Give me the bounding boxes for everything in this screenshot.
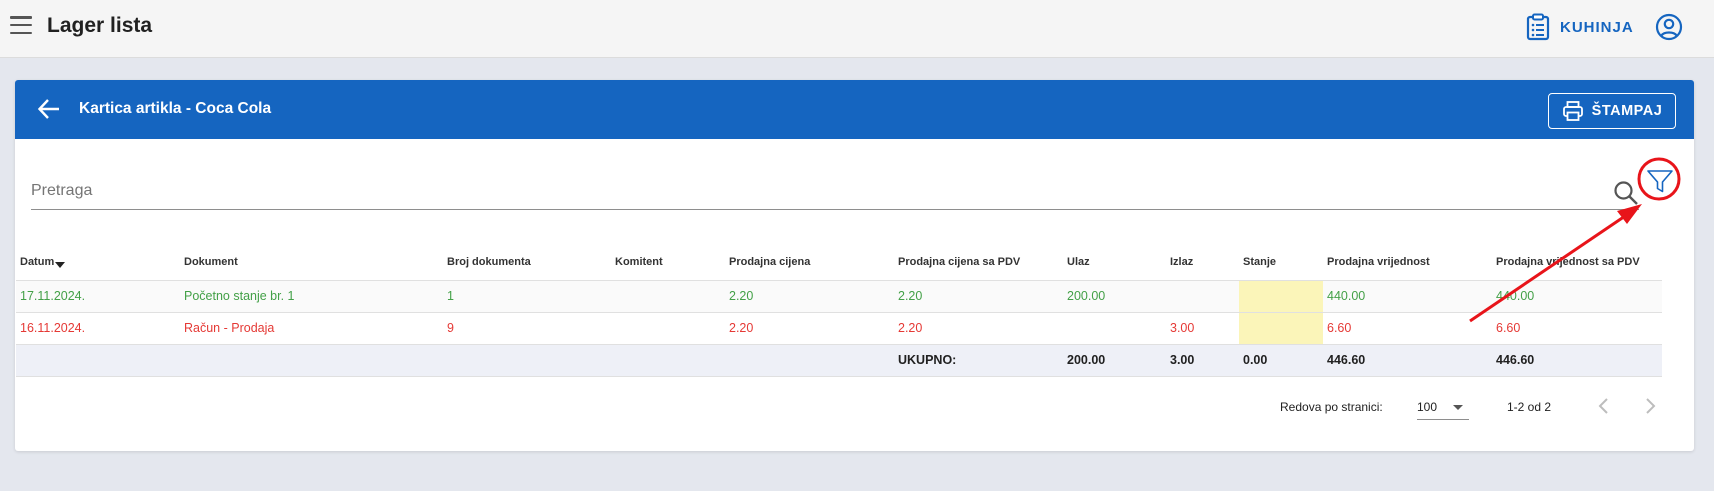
page-range-label: 1-2 od 2 <box>1507 400 1552 414</box>
kitchen-button[interactable]: KUHINJA <box>1526 12 1634 42</box>
rows-per-page-value: 100 <box>1417 400 1438 414</box>
cell-izlaz <box>1166 280 1239 313</box>
sort-descending-icon[interactable] <box>55 262 66 269</box>
clipboard-icon <box>1526 13 1550 41</box>
total-izlaz: 3.00 <box>1166 344 1239 377</box>
arrow-back-icon[interactable] <box>36 96 62 122</box>
cell-prodajna-cijena: 2.20 <box>725 280 894 313</box>
total-label: UKUPNO: <box>894 344 1063 377</box>
total-prodajna-vrijednost: 446.60 <box>1323 344 1492 377</box>
print-button[interactable]: ŠTAMPAJ <box>1548 93 1676 129</box>
column-header-prodajna-cijena-pdv[interactable]: Prodajna cijena sa PDV <box>894 245 1063 281</box>
cell-prodajna-cijena: 2.20 <box>725 312 894 345</box>
cell-ulaz: 200.00 <box>1063 280 1166 313</box>
cell-komitent <box>611 280 725 313</box>
page-title: Lager lista <box>47 14 153 37</box>
column-header-datum[interactable]: Datum <box>16 245 180 281</box>
search-field <box>31 174 1639 210</box>
cell-datum: 16.11.2024. <box>16 312 180 345</box>
rows-per-page-label: Redova po stranici: <box>1280 400 1383 414</box>
cell-prodajna-cijena-pdv: 2.20 <box>894 312 1063 345</box>
hamburger-menu-icon[interactable] <box>10 16 32 36</box>
total-cell <box>16 344 180 377</box>
column-header-komitent[interactable]: Komitent <box>611 245 725 281</box>
table-row[interactable]: 16.11.2024. Račun - Prodaja 9 2.20 2.20 … <box>16 312 1662 345</box>
total-ulaz: 200.00 <box>1063 344 1166 377</box>
caret-down-icon <box>1453 405 1463 410</box>
column-header-izlaz[interactable]: Izlaz <box>1166 245 1239 281</box>
app-bar: Lager lista KUHINJA <box>0 0 1714 58</box>
cell-prodajna-vrijednost-pdv: 6.60 <box>1492 312 1662 345</box>
account-circle-icon[interactable] <box>1655 13 1683 41</box>
total-cell <box>443 344 611 377</box>
table-total-row: UKUPNO: 200.00 3.00 0.00 446.60 446.60 <box>16 344 1662 377</box>
cell-broj-dokumenta: 9 <box>443 312 611 345</box>
total-cell <box>611 344 725 377</box>
stock-card-table: Datum Dokument Broj dokumenta Komitent P… <box>16 245 1662 377</box>
column-header-stanje[interactable]: Stanje <box>1239 245 1323 281</box>
column-header-broj-dokumenta[interactable]: Broj dokumenta <box>443 245 611 281</box>
total-cell <box>180 344 443 377</box>
search-icon[interactable] <box>1613 180 1639 206</box>
cell-stanje <box>1239 312 1323 345</box>
column-header-prodajna-cijena[interactable]: Prodajna cijena <box>725 245 894 281</box>
card-header: Kartica artikla - Coca Cola ŠTAMPAJ <box>15 80 1694 139</box>
cell-stanje <box>1239 280 1323 313</box>
cell-datum: 17.11.2024. <box>16 280 180 313</box>
column-label: Datum <box>20 256 55 269</box>
rows-per-page-select[interactable]: 100 <box>1417 396 1469 420</box>
cell-izlaz: 3.00 <box>1166 312 1239 345</box>
cell-prodajna-vrijednost: 6.60 <box>1323 312 1492 345</box>
printer-icon <box>1562 101 1583 121</box>
cell-prodajna-vrijednost-pdv: 440.00 <box>1492 280 1662 313</box>
total-prodajna-vrijednost-pdv: 446.60 <box>1492 344 1662 377</box>
total-stanje: 0.00 <box>1239 344 1323 377</box>
search-input[interactable] <box>31 174 1591 208</box>
cell-prodajna-cijena-pdv: 2.20 <box>894 280 1063 313</box>
chevron-left-icon[interactable] <box>1592 394 1616 418</box>
column-header-prodajna-vrijednost-pdv[interactable]: Prodajna vrijednost sa PDV <box>1492 245 1662 281</box>
cell-broj-dokumenta: 1 <box>443 280 611 313</box>
cell-dokument: Račun - Prodaja <box>180 312 443 345</box>
pagination: Redova po stranici: 100 1-2 od 2 <box>0 392 1714 422</box>
cell-komitent <box>611 312 725 345</box>
card-title: Kartica artikla - Coca Cola <box>79 100 272 117</box>
filter-icon[interactable] <box>1645 166 1675 196</box>
column-header-prodajna-vrijednost[interactable]: Prodajna vrijednost <box>1323 245 1492 281</box>
chevron-right-icon[interactable] <box>1638 394 1662 418</box>
column-header-dokument[interactable]: Dokument <box>180 245 443 281</box>
column-header-ulaz[interactable]: Ulaz <box>1063 245 1166 281</box>
cell-prodajna-vrijednost: 440.00 <box>1323 280 1492 313</box>
table-row[interactable]: 17.11.2024. Početno stanje br. 1 1 2.20 … <box>16 280 1662 313</box>
cell-ulaz <box>1063 312 1166 345</box>
print-label: ŠTAMPAJ <box>1591 103 1663 119</box>
total-cell <box>725 344 894 377</box>
kitchen-label: KUHINJA <box>1560 18 1634 36</box>
cell-dokument: Početno stanje br. 1 <box>180 280 443 313</box>
table-header-row: Datum Dokument Broj dokumenta Komitent P… <box>16 245 1662 281</box>
